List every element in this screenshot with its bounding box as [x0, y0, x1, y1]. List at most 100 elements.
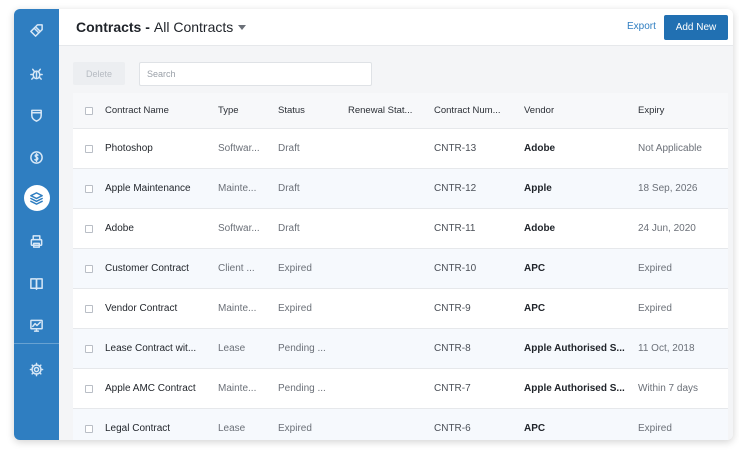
contract-name[interactable]: Legal Contract	[105, 409, 170, 440]
contract-status: Pending ...	[278, 343, 326, 354]
contract-type: Lease	[218, 423, 246, 434]
add-new-button[interactable]: Add New	[664, 15, 728, 40]
contract-status: Pending ...	[278, 383, 326, 394]
contract-type: Mainte...	[218, 383, 257, 394]
page-title[interactable]: Contracts - All Contracts	[76, 19, 247, 35]
row-checkbox[interactable]	[85, 424, 93, 433]
contract-number: CNTR-10	[434, 263, 477, 274]
contract-status: Expired	[278, 423, 312, 434]
sidebar-item-reports[interactable]	[14, 304, 59, 346]
contract-name[interactable]: Adobe	[105, 209, 134, 248]
sidebar-item-assets[interactable]	[14, 9, 59, 51]
row-checkbox[interactable]	[85, 264, 93, 273]
row-checkbox[interactable]	[85, 344, 93, 353]
sidebar-item-knowledge[interactable]	[14, 262, 59, 304]
app-window: Contracts - All Contracts Export Add New…	[14, 9, 733, 440]
contract-name[interactable]: Photoshop	[105, 129, 153, 168]
bug-icon	[30, 68, 43, 80]
contract-status: Draft	[278, 143, 300, 154]
printer-icon	[30, 234, 43, 248]
contract-name[interactable]: Customer Contract	[105, 249, 189, 288]
vendor-name: Adobe	[524, 143, 556, 154]
row-checkbox[interactable]	[85, 184, 93, 193]
expiry-date: Expired	[638, 303, 672, 314]
table-row[interactable]: Apple Maintenance Mainte... Draft CNTR-1…	[73, 169, 728, 209]
contract-number: CNTR-8	[434, 343, 471, 354]
column-header-vendor[interactable]: Vendor	[524, 93, 554, 128]
column-header-name[interactable]: Contract Name	[105, 93, 169, 128]
contract-number: CNTR-6	[434, 423, 471, 434]
vendor-name: Apple Authorised S...	[524, 383, 625, 394]
contract-type: Lease	[218, 343, 246, 354]
contract-type: Softwar...	[218, 223, 260, 234]
table-row[interactable]: Legal Contract Lease Expired CNTR-6 APC …	[73, 409, 728, 440]
contract-name[interactable]: Vendor Contract	[105, 289, 177, 328]
contract-status: Expired	[278, 263, 312, 274]
gear-icon	[29, 362, 44, 376]
table-row[interactable]: Vendor Contract Mainte... Expired CNTR-9…	[73, 289, 728, 329]
vendor-name: APC	[524, 423, 546, 434]
contract-status: Expired	[278, 303, 312, 314]
expiry-date: Expired	[638, 423, 672, 434]
expiry-date: 18 Sep, 2026	[638, 183, 698, 194]
contract-number: CNTR-11	[434, 223, 476, 234]
expiry-date: Within 7 days	[638, 383, 699, 394]
layers-icon	[30, 191, 43, 205]
contract-type: Mainte...	[218, 303, 257, 314]
main-panel: Contracts - All Contracts Export Add New…	[59, 9, 733, 440]
table-row[interactable]: Lease Contract wit... Lease Pending ... …	[73, 329, 728, 369]
table-row[interactable]: Photoshop Softwar... Draft CNTR-13 Adobe…	[73, 129, 728, 169]
row-checkbox[interactable]	[85, 224, 93, 233]
contract-number: CNTR-12	[434, 183, 477, 194]
contract-status: Draft	[278, 223, 300, 234]
column-header-renewal-status[interactable]: Renewal Stat...	[348, 93, 412, 128]
table-row[interactable]: Customer Contract Client ... Expired CNT…	[73, 249, 728, 289]
contract-type: Softwar...	[218, 143, 260, 154]
vendor-name: Adobe	[524, 223, 556, 234]
sidebar-item-printers[interactable]	[14, 220, 59, 262]
vendor-name: Apple	[524, 183, 552, 194]
sidebar-item-purchases[interactable]	[14, 136, 59, 178]
row-checkbox[interactable]	[85, 304, 93, 313]
sidebar-divider	[14, 343, 59, 344]
page-header: Contracts - All Contracts Export Add New	[59, 9, 733, 46]
sidebar-item-security[interactable]	[14, 94, 59, 136]
contract-type: Mainte...	[218, 183, 257, 194]
contract-name[interactable]: Lease Contract wit...	[105, 329, 196, 368]
table-header: Contract Name Type Status Renewal Stat..…	[73, 93, 728, 129]
select-all-checkbox[interactable]	[85, 106, 93, 115]
chart-icon	[30, 319, 43, 332]
expiry-date: 11 Oct, 2018	[638, 343, 695, 354]
sidebar-item-problems[interactable]	[14, 52, 59, 94]
search-input[interactable]	[139, 62, 372, 86]
contract-status: Draft	[278, 183, 300, 194]
column-header-expiry[interactable]: Expiry	[638, 93, 664, 128]
contract-type: Client ...	[218, 263, 255, 274]
table-row[interactable]: Adobe Softwar... Draft CNTR-11 Adobe 24 …	[73, 209, 728, 249]
contract-name[interactable]: Apple Maintenance	[105, 169, 191, 208]
column-header-status[interactable]: Status	[278, 93, 305, 128]
page-title-module: Contracts -	[76, 19, 150, 35]
delete-button[interactable]: Delete	[73, 62, 125, 85]
chevron-down-icon[interactable]	[238, 24, 247, 30]
sidebar-item-contracts[interactable]	[14, 177, 59, 219]
export-link[interactable]: Export	[627, 21, 656, 32]
book-icon	[30, 277, 43, 290]
view-selector[interactable]: All Contracts	[154, 19, 233, 35]
tag-icon	[30, 23, 43, 37]
sidebar-item-settings[interactable]	[14, 348, 59, 390]
row-checkbox[interactable]	[85, 144, 93, 153]
contract-name[interactable]: Apple AMC Contract	[105, 369, 196, 408]
expiry-date: Not Applicable	[638, 143, 702, 154]
table-row[interactable]: Apple AMC Contract Mainte... Pending ...…	[73, 369, 728, 409]
contract-number: CNTR-13	[434, 143, 477, 154]
shield-icon	[31, 109, 42, 122]
vendor-name: Apple Authorised S...	[524, 343, 625, 354]
vendor-name: APC	[524, 263, 546, 274]
row-checkbox[interactable]	[85, 384, 93, 393]
vendor-name: APC	[524, 303, 546, 314]
contract-number: CNTR-9	[434, 303, 471, 314]
expiry-date: Expired	[638, 263, 672, 274]
column-header-type[interactable]: Type	[218, 93, 239, 128]
column-header-contract-number[interactable]: Contract Num...	[434, 93, 501, 128]
